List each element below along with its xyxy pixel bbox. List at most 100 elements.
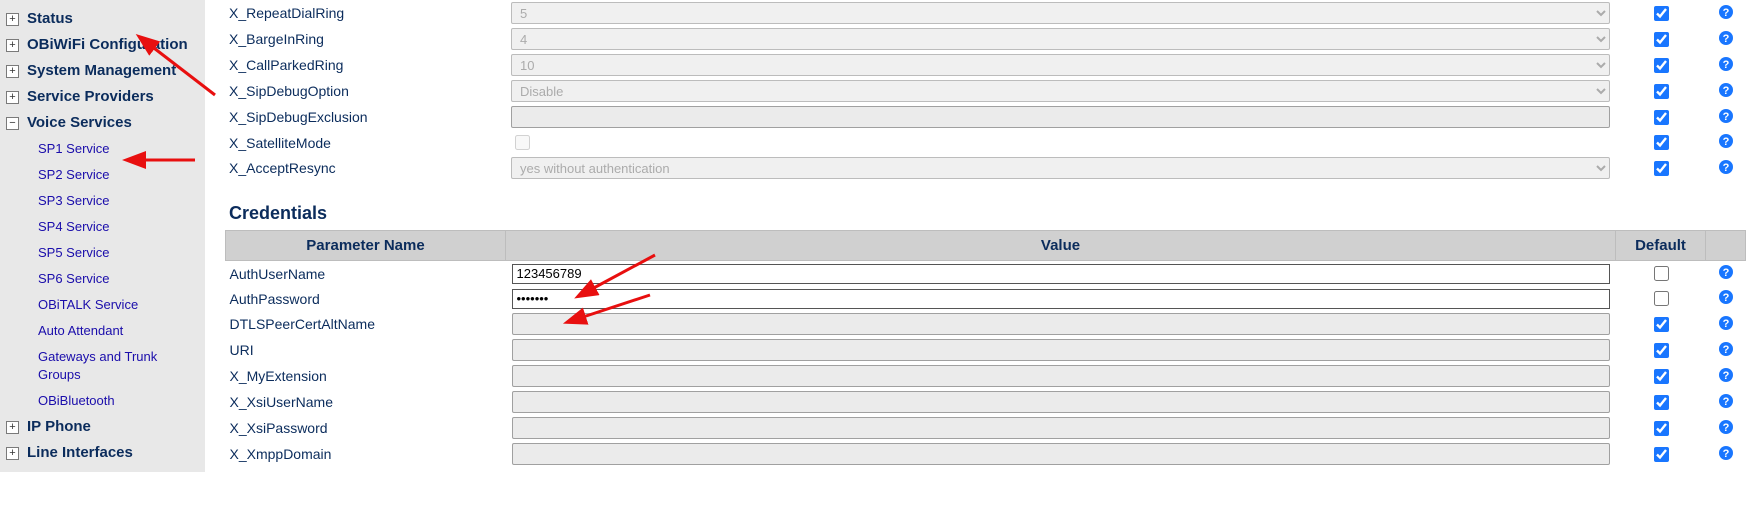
expand-icon[interactable]: + <box>6 91 19 104</box>
default-checkbox[interactable] <box>1654 421 1669 436</box>
help-icon[interactable]: ? <box>1718 289 1734 305</box>
sidebar-item-sp3-service[interactable]: SP3 Service <box>4 188 201 214</box>
sidebar-section-obiwifi[interactable]: + OBiWiFi Configuration <box>4 32 201 58</box>
param-default-cell <box>1616 441 1706 467</box>
help-icon[interactable]: ? <box>1718 108 1734 124</box>
default-checkbox[interactable] <box>1654 343 1669 358</box>
param-default-cell <box>1616 78 1706 104</box>
sidebar-item-sp1-service[interactable]: SP1 Service <box>4 136 201 162</box>
default-checkbox[interactable] <box>1654 161 1669 176</box>
default-checkbox[interactable] <box>1654 447 1669 462</box>
default-checkbox[interactable] <box>1654 317 1669 332</box>
table-row: X_BargeInRing4? <box>225 26 1746 52</box>
param-text-input[interactable] <box>512 443 1610 465</box>
help-icon[interactable]: ? <box>1718 82 1734 98</box>
default-checkbox[interactable] <box>1654 291 1669 306</box>
help-icon[interactable]: ? <box>1718 445 1734 461</box>
help-icon[interactable]: ? <box>1718 367 1734 383</box>
table-row: URI? <box>226 337 1746 363</box>
default-checkbox[interactable] <box>1654 135 1669 150</box>
param-text-input[interactable] <box>512 339 1610 361</box>
param-value-cell: 10 <box>505 52 1616 78</box>
help-icon[interactable]: ? <box>1718 30 1734 46</box>
default-checkbox[interactable] <box>1654 110 1669 125</box>
help-icon[interactable]: ? <box>1718 56 1734 72</box>
collapse-icon[interactable]: − <box>6 117 19 130</box>
svg-text:?: ? <box>1723 136 1730 148</box>
default-checkbox[interactable] <box>1654 369 1669 384</box>
expand-icon[interactable]: + <box>6 13 19 26</box>
param-name: X_SipDebugExclusion <box>225 104 505 130</box>
param-text-input[interactable] <box>512 417 1610 439</box>
param-password-input[interactable] <box>512 289 1610 309</box>
expand-icon[interactable]: + <box>6 421 19 434</box>
param-checkbox[interactable] <box>515 135 530 150</box>
param-text-input[interactable] <box>512 313 1610 335</box>
sidebar-item-auto-attendant[interactable]: Auto Attendant <box>4 318 201 344</box>
help-icon[interactable]: ? <box>1718 159 1734 175</box>
param-default-cell <box>1616 104 1706 130</box>
help-icon[interactable]: ? <box>1718 341 1734 357</box>
sidebar-section-line-interfaces[interactable]: + Line Interfaces <box>4 440 201 466</box>
param-help-cell: ? <box>1706 78 1746 104</box>
param-value-cell <box>506 415 1616 441</box>
sidebar-item-sp2-service[interactable]: SP2 Service <box>4 162 201 188</box>
help-icon[interactable]: ? <box>1718 264 1734 280</box>
param-select[interactable]: 5 <box>511 2 1610 24</box>
sidebar-section-system-management[interactable]: + System Management <box>4 58 201 84</box>
svg-text:?: ? <box>1723 33 1730 45</box>
credentials-heading: Credentials <box>225 203 1746 224</box>
param-default-cell <box>1616 0 1706 26</box>
default-checkbox[interactable] <box>1654 266 1669 281</box>
help-icon[interactable]: ? <box>1718 4 1734 20</box>
param-text-input[interactable] <box>511 106 1610 128</box>
expand-icon[interactable]: + <box>6 447 19 460</box>
param-text-input[interactable] <box>512 264 1610 284</box>
help-icon[interactable]: ? <box>1718 393 1734 409</box>
param-value-cell <box>506 363 1616 389</box>
col-header-help <box>1706 231 1746 261</box>
sidebar-item-gateways-trunk-groups[interactable]: Gateways and Trunk Groups <box>4 344 201 388</box>
sidebar-item-obitalk-service[interactable]: OBiTALK Service <box>4 292 201 318</box>
param-select[interactable]: yes without authentication <box>511 157 1610 179</box>
expand-icon[interactable]: + <box>6 39 19 52</box>
param-name: X_AcceptResync <box>225 155 505 181</box>
sidebar-section-ip-phone[interactable]: + IP Phone <box>4 414 201 440</box>
param-value-cell: 4 <box>505 26 1616 52</box>
default-checkbox[interactable] <box>1654 6 1669 21</box>
table-row: X_AcceptResync yes without authentication… <box>225 155 1746 181</box>
help-icon[interactable]: ? <box>1718 315 1734 331</box>
param-default-cell <box>1616 26 1706 52</box>
table-row: AuthPassword? <box>226 286 1746 311</box>
sidebar-item-sp5-service[interactable]: SP5 Service <box>4 240 201 266</box>
default-checkbox[interactable] <box>1654 58 1669 73</box>
sidebar-item-obibluetooth[interactable]: OBiBluetooth <box>4 388 201 414</box>
param-help-cell: ? <box>1706 389 1746 415</box>
sidebar-section-service-providers[interactable]: + Service Providers <box>4 84 201 110</box>
param-select[interactable]: 10 <box>511 54 1610 76</box>
sidebar-item-sp6-service[interactable]: SP6 Service <box>4 266 201 292</box>
param-name: AuthUserName <box>226 261 506 287</box>
param-text-input[interactable] <box>512 365 1610 387</box>
help-icon[interactable]: ? <box>1718 419 1734 435</box>
param-help-cell: ? <box>1706 415 1746 441</box>
sidebar-section-status[interactable]: + Status <box>4 6 201 32</box>
default-checkbox[interactable] <box>1654 395 1669 410</box>
sidebar-section-label: OBiWiFi Configuration <box>27 34 188 56</box>
param-help-cell: ? <box>1706 104 1746 130</box>
sidebar-section-label: Line Interfaces <box>27 442 133 464</box>
table-row: X_RepeatDialRing5? <box>225 0 1746 26</box>
credentials-table: Parameter Name Value Default AuthUserNam… <box>225 230 1746 467</box>
param-text-input[interactable] <box>512 391 1610 413</box>
help-icon[interactable]: ? <box>1718 133 1734 149</box>
param-select[interactable]: Disable <box>511 80 1610 102</box>
sidebar-item-sp4-service[interactable]: SP4 Service <box>4 214 201 240</box>
param-name: X_XmppDomain <box>226 441 506 467</box>
param-name: X_SipDebugOption <box>225 78 505 104</box>
expand-icon[interactable]: + <box>6 65 19 78</box>
table-row: X_XmppDomain? <box>226 441 1746 467</box>
default-checkbox[interactable] <box>1654 84 1669 99</box>
default-checkbox[interactable] <box>1654 32 1669 47</box>
param-select[interactable]: 4 <box>511 28 1610 50</box>
sidebar-section-voice-services[interactable]: − Voice Services <box>4 110 201 136</box>
